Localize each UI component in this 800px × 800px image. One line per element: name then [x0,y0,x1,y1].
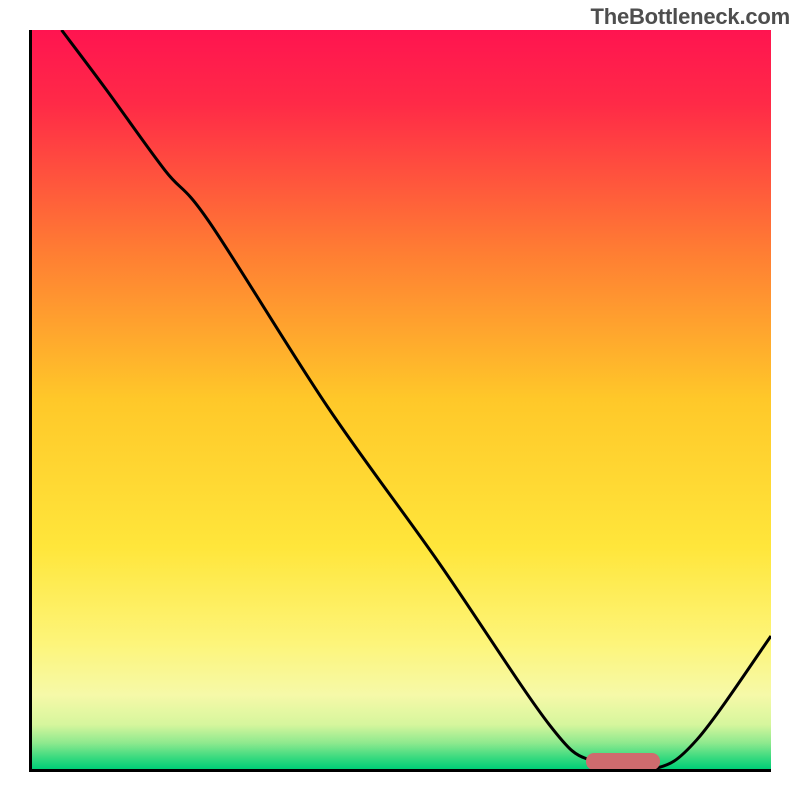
bottleneck-curve [32,30,771,769]
optimal-range-marker [586,753,660,770]
chart-canvas: TheBottleneck.com [0,0,800,800]
watermark-text: TheBottleneck.com [590,4,790,30]
plot-area [29,30,771,772]
